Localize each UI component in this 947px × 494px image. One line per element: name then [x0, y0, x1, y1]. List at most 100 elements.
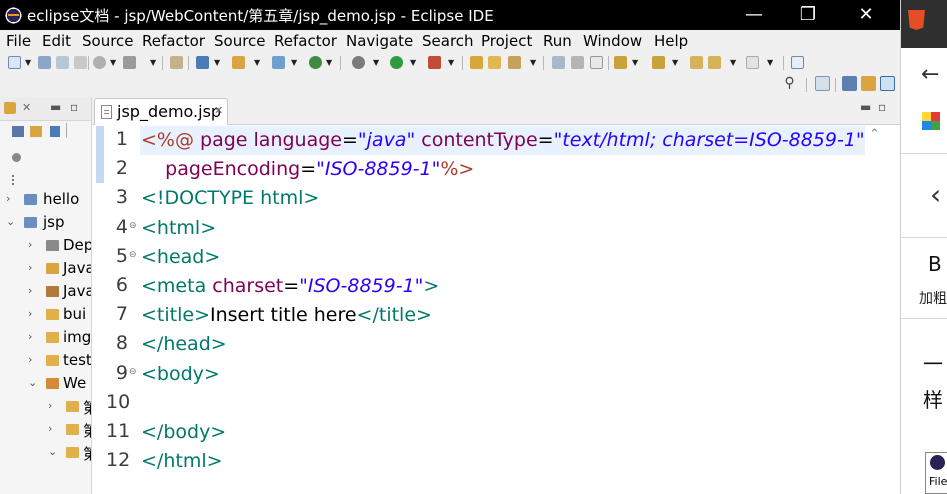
maximize-button[interactable]: ❐: [785, 0, 831, 30]
menu-search[interactable]: Search: [422, 32, 474, 50]
tree-item[interactable]: › Dep: [0, 235, 91, 257]
chevron-down-icon[interactable]: ▼: [110, 58, 116, 67]
minimize-editor-icon[interactable]: ▬: [860, 100, 871, 114]
tree-item[interactable]: ⌄第: [0, 442, 91, 464]
chevron-down-icon[interactable]: ⌄: [28, 376, 37, 389]
minimize-view-icon[interactable]: ▬: [50, 100, 61, 114]
tree-item[interactable]: › Java: [0, 258, 91, 280]
arrow-left-icon[interactable]: ←: [921, 62, 939, 87]
code-line[interactable]: <head>: [141, 243, 220, 272]
editor-tab-jsp-demo[interactable]: jsp_demo.jsp ✕: [94, 98, 228, 125]
maximize-editor-icon[interactable]: ▫: [878, 100, 886, 114]
close-icon[interactable]: ✕: [22, 101, 31, 114]
filter-icon[interactable]: [50, 126, 60, 137]
apps-grid-icon[interactable]: [922, 112, 940, 130]
paragraph-icon[interactable]: [590, 56, 603, 69]
new-icon[interactable]: [8, 56, 21, 69]
menu-help[interactable]: Help: [654, 32, 688, 50]
tree-item[interactable]: ›第: [0, 396, 91, 418]
search-tool-icon[interactable]: [508, 56, 521, 69]
code-line[interactable]: <html>: [141, 214, 216, 243]
run-icon[interactable]: [390, 56, 403, 69]
menu-navigate[interactable]: Navigate: [346, 32, 413, 50]
debug-icon[interactable]: [352, 56, 365, 69]
debug-perspective-icon[interactable]: [861, 76, 876, 91]
code-line[interactable]: <body>: [141, 360, 220, 389]
menu-refactor-2[interactable]: Refactor: [274, 32, 337, 50]
chevron-down-icon[interactable]: ▼: [373, 58, 379, 67]
chevron-up-icon[interactable]: ⌃: [869, 127, 880, 142]
chevron-right-icon[interactable]: ›: [28, 353, 32, 366]
code-line[interactable]: pageEncoding="ISO-8859-1"%>: [141, 155, 474, 184]
chevron-down-icon[interactable]: ▼: [326, 58, 332, 67]
forward-icon[interactable]: [746, 56, 759, 69]
fold-toggle-icon[interactable]: ⊖: [129, 221, 137, 231]
code-line[interactable]: <title>Insert title here</title>: [141, 301, 432, 330]
tree-item[interactable]: ›第: [0, 419, 91, 441]
java-ee-perspective-icon[interactable]: [842, 76, 857, 91]
open-perspective-icon[interactable]: [791, 56, 804, 69]
menu-window[interactable]: Window: [583, 32, 642, 50]
save-all-icon[interactable]: [56, 56, 69, 69]
search-icon[interactable]: ⚲: [782, 76, 797, 91]
back-icon[interactable]: [708, 56, 721, 69]
chevron-down-icon[interactable]: ▼: [672, 58, 678, 67]
close-button[interactable]: ✕: [843, 0, 889, 30]
chevron-down-icon[interactable]: ▼: [530, 58, 536, 67]
chevron-down-icon[interactable]: ▼: [632, 58, 638, 67]
tree-item[interactable]: › test: [0, 350, 91, 372]
new-class-icon[interactable]: [272, 56, 285, 69]
project-explorer-icon[interactable]: [4, 102, 16, 114]
show-whitespace-icon[interactable]: [571, 56, 584, 69]
next-annotation-icon[interactable]: [614, 56, 627, 69]
toggle-mark-icon[interactable]: [552, 56, 565, 69]
chevron-down-icon[interactable]: ⌄: [6, 215, 15, 228]
tree-item[interactable]: › bui: [0, 304, 91, 326]
chevron-right-icon[interactable]: ›: [28, 238, 32, 251]
chevron-down-icon[interactable]: ▼: [150, 58, 156, 67]
link-with-editor-icon[interactable]: [30, 126, 42, 137]
chevron-down-icon[interactable]: ▼: [291, 58, 297, 67]
chevron-down-icon[interactable]: ▼: [25, 58, 31, 67]
build-icon[interactable]: [123, 56, 136, 69]
last-edit-icon[interactable]: [690, 56, 703, 69]
pin-icon[interactable]: [170, 56, 183, 69]
server-icon[interactable]: [93, 56, 106, 69]
chevron-right-icon[interactable]: ›: [28, 284, 32, 297]
new-server-icon[interactable]: [309, 56, 322, 69]
new-web-project-icon[interactable]: [196, 56, 209, 69]
collapse-all-icon[interactable]: [12, 126, 24, 137]
chevron-down-icon[interactable]: ▼: [730, 58, 736, 67]
bold-button-glyph[interactable]: B: [928, 252, 942, 276]
tree-item[interactable]: › hello: [0, 189, 91, 211]
web-perspective-icon[interactable]: [880, 76, 895, 91]
code-line[interactable]: </head>: [141, 330, 227, 359]
chevron-right-icon[interactable]: ›: [28, 307, 32, 320]
menu-project[interactable]: Project: [481, 32, 532, 50]
tree-item[interactable]: ⌄ jsp: [0, 212, 91, 234]
open-package-icon[interactable]: [232, 56, 245, 69]
chevron-down-icon[interactable]: ▼: [767, 58, 773, 67]
open-perspective-icon[interactable]: [815, 76, 830, 91]
menu-file[interactable]: File: [6, 32, 31, 50]
save-icon[interactable]: [38, 56, 51, 69]
code-line[interactable]: <!DOCTYPE html>: [141, 184, 319, 213]
open-type-icon[interactable]: [470, 56, 483, 69]
minimize-button[interactable]: —: [731, 0, 777, 30]
vertical-scrollbar[interactable]: [866, 125, 900, 494]
chevron-down-icon[interactable]: ▼: [410, 58, 416, 67]
open-resource-icon[interactable]: [488, 56, 501, 69]
chevron-down-icon[interactable]: ▼: [448, 58, 454, 67]
chevron-left-icon[interactable]: ‹: [930, 178, 941, 211]
run-external-icon[interactable]: [428, 56, 441, 69]
chevron-down-icon[interactable]: ⌄: [48, 445, 57, 458]
menu-refactor[interactable]: Refactor: [142, 32, 205, 50]
taskbar-thumbnail[interactable]: File: [925, 452, 947, 494]
menu-edit[interactable]: Edit: [42, 32, 71, 50]
tree-item[interactable]: ⌄ We: [0, 373, 91, 395]
code-line[interactable]: <meta charset="ISO-8859-1">: [141, 272, 439, 301]
menu-source[interactable]: Source: [82, 32, 134, 50]
maximize-view-icon[interactable]: ▫: [70, 100, 78, 114]
chevron-right-icon[interactable]: ›: [48, 399, 52, 412]
fold-toggle-icon[interactable]: ⊖: [129, 367, 137, 377]
